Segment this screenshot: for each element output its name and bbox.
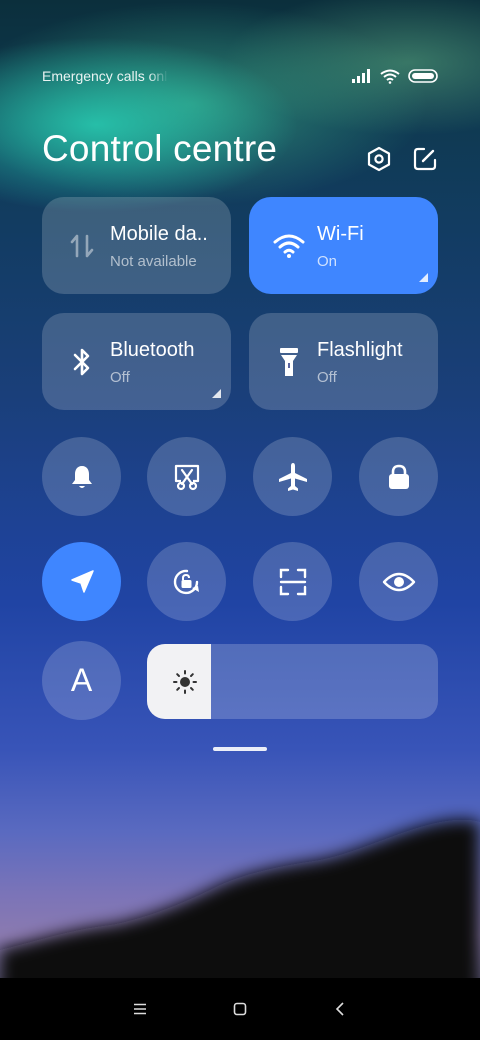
- tile-flashlight[interactable]: Flashlight Off: [249, 313, 438, 410]
- auto-rotate-icon: [173, 569, 199, 594]
- status-text: Emergency calls only: [42, 68, 168, 84]
- toggle-screenshot[interactable]: [147, 437, 226, 516]
- tile-label: Mobile da..: [110, 223, 208, 245]
- tile-label: Flashlight: [317, 339, 403, 361]
- toggle-airplane[interactable]: [253, 437, 332, 516]
- tile-bluetooth[interactable]: Bluetooth Off: [42, 313, 231, 410]
- battery-icon: [408, 69, 438, 83]
- toggle-scanner[interactable]: [253, 542, 332, 621]
- toggle-lock[interactable]: [359, 437, 438, 516]
- tile-status: Not available: [110, 253, 197, 270]
- screenshot-icon: [174, 464, 199, 490]
- expand-corner-icon[interactable]: [419, 273, 428, 282]
- page-title: Control centre: [42, 128, 278, 169]
- bell-icon: [71, 465, 92, 488]
- bluetooth-icon: [66, 346, 98, 378]
- wifi-icon: [273, 230, 305, 262]
- font-size-button[interactable]: A: [42, 641, 121, 720]
- tile-status: Off: [317, 369, 337, 386]
- tile-status: Off: [110, 369, 130, 386]
- expand-corner-icon[interactable]: [212, 389, 221, 398]
- toggle-reading-mode[interactable]: [359, 542, 438, 621]
- tile-status: On: [317, 253, 338, 270]
- wifi-icon: [380, 69, 400, 84]
- lock-icon: [388, 464, 409, 489]
- toggle-sound[interactable]: [42, 437, 121, 516]
- tile-label: Bluetooth: [110, 339, 195, 361]
- menu-icon[interactable]: [130, 999, 150, 1019]
- tile-mobile-data[interactable]: Mobile da.. Not available: [42, 197, 231, 294]
- flashlight-icon: [273, 346, 305, 378]
- brightness-slider[interactable]: [147, 644, 438, 719]
- signal-icon: [352, 69, 370, 83]
- location-icon: [70, 569, 94, 593]
- mobile-data-icon: [66, 230, 98, 262]
- edit-icon[interactable]: [412, 146, 438, 172]
- font-a-label: A: [70, 662, 93, 698]
- toggle-auto-rotate[interactable]: [147, 542, 226, 621]
- eye-icon: [382, 572, 415, 591]
- status-bar: Emergency calls only: [42, 66, 438, 86]
- navigation-bar: [0, 978, 480, 1040]
- settings-icon[interactable]: [366, 146, 392, 172]
- drag-handle[interactable]: [213, 747, 267, 751]
- airplane-icon: [278, 462, 307, 491]
- scanner-icon: [279, 568, 306, 595]
- tile-label: Wi-Fi: [317, 223, 364, 245]
- back-icon[interactable]: [330, 999, 350, 1019]
- home-icon[interactable]: [230, 999, 250, 1019]
- sun-icon: [173, 670, 197, 694]
- toggle-location[interactable]: [42, 542, 121, 621]
- tile-wifi[interactable]: Wi-Fi On: [249, 197, 438, 294]
